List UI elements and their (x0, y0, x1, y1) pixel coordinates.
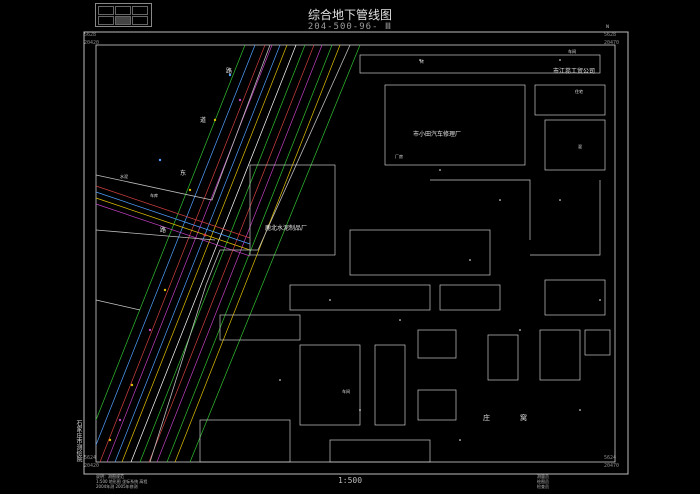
survey-points (279, 59, 601, 441)
pipe-red-2 (148, 44, 315, 463)
pipe-yellow-1 (121, 44, 288, 463)
label-village-1: 庄 (483, 413, 490, 422)
label-misc-8: 车库 (150, 192, 158, 198)
label-road-1: 东 (180, 169, 186, 177)
outer-frame (83, 31, 629, 475)
surveying-institute-label: 石家庄市测绘院 (75, 420, 82, 462)
pipe-green-2 (166, 44, 333, 463)
pipe-red-1 (99, 44, 266, 463)
label-misc-5: 厂房 (395, 153, 403, 159)
pipe-magenta-2 (156, 44, 323, 463)
label-road-2: 路 (160, 226, 166, 234)
pipe-white-1 (130, 44, 297, 463)
pipelines (95, 44, 361, 463)
label-village-2: 窝 (520, 413, 527, 422)
pipe-green-4 (189, 44, 361, 463)
pipe-blue-2 (95, 44, 256, 446)
map-scale: 1:500 (337, 476, 363, 485)
label-trade-company: 市江蕊工贸公司 (553, 67, 595, 75)
notes-right: 测量员 绘图员 检查员 (537, 474, 549, 489)
label-road-4: 道 (200, 116, 206, 124)
label-misc-1: 车间 (342, 388, 350, 394)
label-misc-2: 住宅 (575, 88, 583, 94)
road-edges (95, 44, 351, 463)
label-auto-repair: 市小田汽车修理厂 (413, 130, 461, 138)
label-misc-4: 混 (578, 143, 582, 149)
label-misc-3: 砖 (420, 58, 424, 64)
label-road-3: 路 (226, 67, 232, 75)
pipe-magenta-1 (106, 44, 273, 463)
map-canvas: 鹿北水泥制品厂 市小田汽车修理厂 市江蕊工贸公司 庄 窝 东 路 路 道 车间 … (83, 31, 629, 475)
pipe-green-1 (139, 44, 306, 463)
pipe-yellow-2 (174, 44, 341, 463)
pipe-blue-1 (114, 44, 281, 463)
label-misc-7: 水泥 (120, 173, 128, 179)
note-checker: 检查员 (537, 484, 549, 489)
label-misc-6: 车间 (568, 48, 576, 54)
label-cement-factory: 鹿北水泥制品厂 (265, 224, 307, 232)
pipe-green-3 (95, 44, 246, 421)
